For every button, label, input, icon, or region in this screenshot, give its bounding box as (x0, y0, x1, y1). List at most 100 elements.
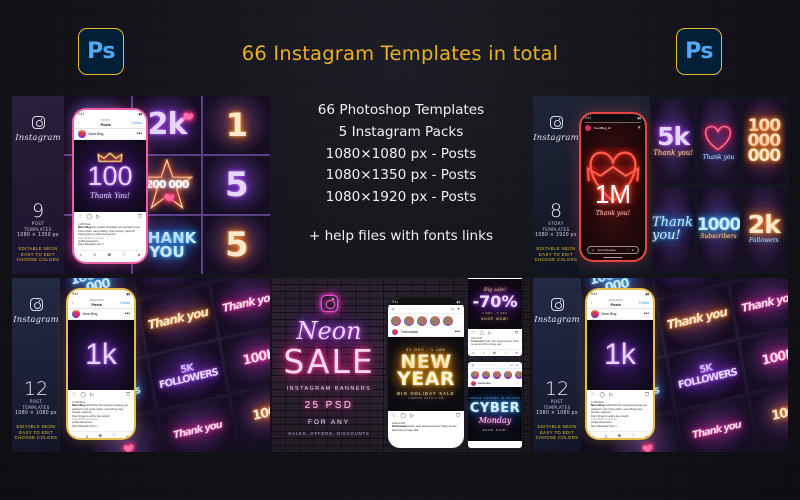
follow-button[interactable]: Follow (132, 121, 142, 125)
story-avatar[interactable] (471, 370, 479, 379)
profile-icon[interactable]: ● (138, 252, 141, 257)
share-icon[interactable]: ▷ (609, 392, 613, 398)
more-options-icon[interactable]: ••• (137, 131, 142, 136)
like-icon[interactable]: ♡ (392, 413, 396, 419)
avatar[interactable] (471, 381, 476, 386)
mini-card-cyber[interactable]: ⎙ Instagram ▭ ✈ Fashionlace ⋮ GREAT OFFE… (468, 362, 522, 448)
like-icon[interactable]: ♡ (78, 214, 82, 220)
comment-icon[interactable]: ◯ (400, 413, 406, 419)
camera-icon[interactable]: ⎙ (392, 307, 395, 311)
story-avatar[interactable] (430, 316, 440, 326)
stories-strip[interactable] (388, 314, 464, 328)
activity-icon[interactable]: ♡ (112, 433, 116, 438)
igtv-icon[interactable]: ▭ (510, 364, 512, 367)
story-avatar[interactable] (417, 316, 427, 326)
search-icon[interactable]: ⌕ (86, 434, 88, 438)
story-avatar[interactable] (391, 316, 401, 326)
send-icon[interactable]: ➤ (632, 248, 634, 252)
bookmark-icon[interactable]: ⛉ (515, 330, 518, 335)
like-icon[interactable]: ♡ (72, 392, 76, 398)
add-post-icon[interactable]: ⊕ (107, 252, 111, 258)
mini-caption-user[interactable]: Fashionlace (471, 341, 484, 343)
story-avatar[interactable] (504, 370, 512, 379)
search-icon[interactable]: ⌕ (94, 252, 96, 257)
activity-icon[interactable]: ♡ (631, 433, 635, 438)
add-post-icon[interactable]: ⊕ (493, 351, 496, 355)
more-options-icon[interactable]: ⋮ (517, 382, 519, 385)
avatar[interactable] (591, 310, 599, 318)
mini-card-username[interactable]: Fashionlace (478, 382, 491, 385)
follow-button[interactable]: Follow (120, 301, 130, 305)
messenger-icon[interactable]: ✈ (457, 307, 460, 311)
feature-line-3: 1080×1080 px - Posts (325, 145, 477, 162)
add-post-icon[interactable]: ⊕ (98, 433, 102, 438)
avatar[interactable] (392, 329, 398, 335)
preview-panel-post-1080x1080-b[interactable]: 100 000 000 Thank you 2k 1 THANK YOU Tha… (533, 278, 788, 452)
preview-panel-post-1080x1350[interactable]: 1k 2k 1 M 200 000 (12, 96, 270, 274)
camera-icon[interactable]: ⎙ (472, 364, 474, 367)
follow-button[interactable]: Follow (639, 301, 649, 305)
like-icon[interactable]: ♡ (472, 330, 476, 335)
add-post-icon[interactable]: ⊕ (617, 433, 621, 438)
profile-icon[interactable]: ● (516, 351, 518, 355)
phone-mockup-post[interactable]: 9:41 ▮▮ ‹ POSTS Posts Follow Neon Blog •… (74, 110, 146, 262)
post-username[interactable]: Neon Blog (83, 312, 98, 316)
phone-mockup-post[interactable]: 9:41 ▮▮ ‹ NEON BLOG Posts Follow Neon Bl… (68, 290, 134, 438)
share-icon[interactable]: ▷ (488, 330, 491, 335)
activity-icon[interactable]: ♡ (504, 351, 507, 355)
phone-mockup-feed[interactable]: 9:41 ▮▮ ⎙ Instagram ▭ ✈ Fashionlace ••• (388, 298, 464, 448)
like-icon[interactable]: ♡ (591, 392, 595, 398)
status-time: 9:41 (392, 299, 399, 304)
like-icon[interactable]: ♡ (626, 248, 629, 252)
story-avatar[interactable] (404, 316, 414, 326)
avatar[interactable] (78, 130, 86, 138)
bookmark-icon[interactable]: ⛉ (645, 392, 649, 398)
messenger-icon[interactable]: ✈ (516, 364, 518, 367)
share-icon[interactable]: ▷ (96, 214, 100, 220)
more-options-icon[interactable]: ••• (125, 311, 130, 316)
preview-panel-neon-sale-banners[interactable]: Neon SALE INSTAGRAM BANNERS 25 PSD FOR A… (272, 278, 530, 452)
comment-icon[interactable]: ◯ (480, 330, 484, 335)
offer-cta[interactable]: SHOP NOW! (481, 317, 509, 321)
phone-mockup-story[interactable]: 9:41 ▮▮ NeonBlog_12 ✕ 1M Thank you! ⎙ Se… (581, 114, 645, 260)
story-avatar[interactable] (443, 316, 453, 326)
phone-mockup-post[interactable]: 9:41 ▮▮ ‹ NEON BLOG Posts Follow Neon Bl… (587, 290, 653, 438)
bookmark-icon[interactable]: ⛉ (456, 413, 460, 419)
back-chevron-icon[interactable]: ‹ (78, 121, 79, 125)
story-avatar[interactable] (482, 370, 490, 379)
home-icon[interactable]: ⌂ (472, 351, 474, 355)
avatar[interactable] (585, 124, 591, 131)
instagram-wordmark: Instagram (15, 132, 61, 142)
comment-icon[interactable]: ◯ (86, 214, 92, 220)
igtv-icon[interactable]: ▭ (451, 307, 454, 311)
post-username[interactable]: Neon Blog (602, 312, 617, 316)
story-username[interactable]: NeonBlog_12 (594, 126, 611, 130)
activity-icon[interactable]: ♡ (122, 252, 126, 258)
back-chevron-icon[interactable]: ‹ (72, 301, 73, 305)
story-message-input[interactable]: ⎙ Send Message ♡ ➤ (587, 246, 639, 254)
mini-card-offer[interactable]: Fashionlace ⋮ Big sale! -70% 1 DEC - 5 D… (468, 278, 522, 356)
story-avatar[interactable] (515, 370, 522, 379)
comment-icon[interactable]: ◯ (599, 392, 605, 398)
home-icon[interactable]: ⌂ (80, 252, 83, 257)
search-icon[interactable]: ⌕ (605, 434, 607, 438)
share-icon[interactable]: ▷ (410, 413, 414, 419)
offer-headline: -70% (472, 292, 518, 311)
preview-panel-post-1080x1080-a[interactable]: 100 000 000 Thank you 2k 1 THANK YOU Tha… (12, 278, 270, 452)
bookmark-icon[interactable]: ⛉ (126, 392, 130, 398)
search-icon[interactable]: ⌕ (483, 351, 485, 355)
post-username[interactable]: Fashionlace (401, 330, 418, 334)
comment-icon[interactable]: ◯ (80, 392, 86, 398)
cyber-cta[interactable]: SHOP NOW! (482, 428, 507, 432)
more-options-icon[interactable]: ••• (644, 311, 649, 316)
story-avatar[interactable] (493, 370, 501, 379)
bookmark-icon[interactable]: ⛉ (138, 214, 142, 220)
share-icon[interactable]: ▷ (90, 392, 94, 398)
close-icon[interactable]: ✕ (637, 125, 641, 130)
more-options-icon[interactable]: ••• (455, 329, 460, 334)
preview-panel-story-1080x1920[interactable]: 5k Thank you! Thank you 100 000 000 Than… (533, 96, 788, 274)
avatar[interactable] (72, 310, 80, 318)
stories-strip[interactable] (468, 369, 522, 380)
back-chevron-icon[interactable]: ‹ (591, 301, 592, 305)
post-username[interactable]: Neon Blog (89, 132, 104, 136)
